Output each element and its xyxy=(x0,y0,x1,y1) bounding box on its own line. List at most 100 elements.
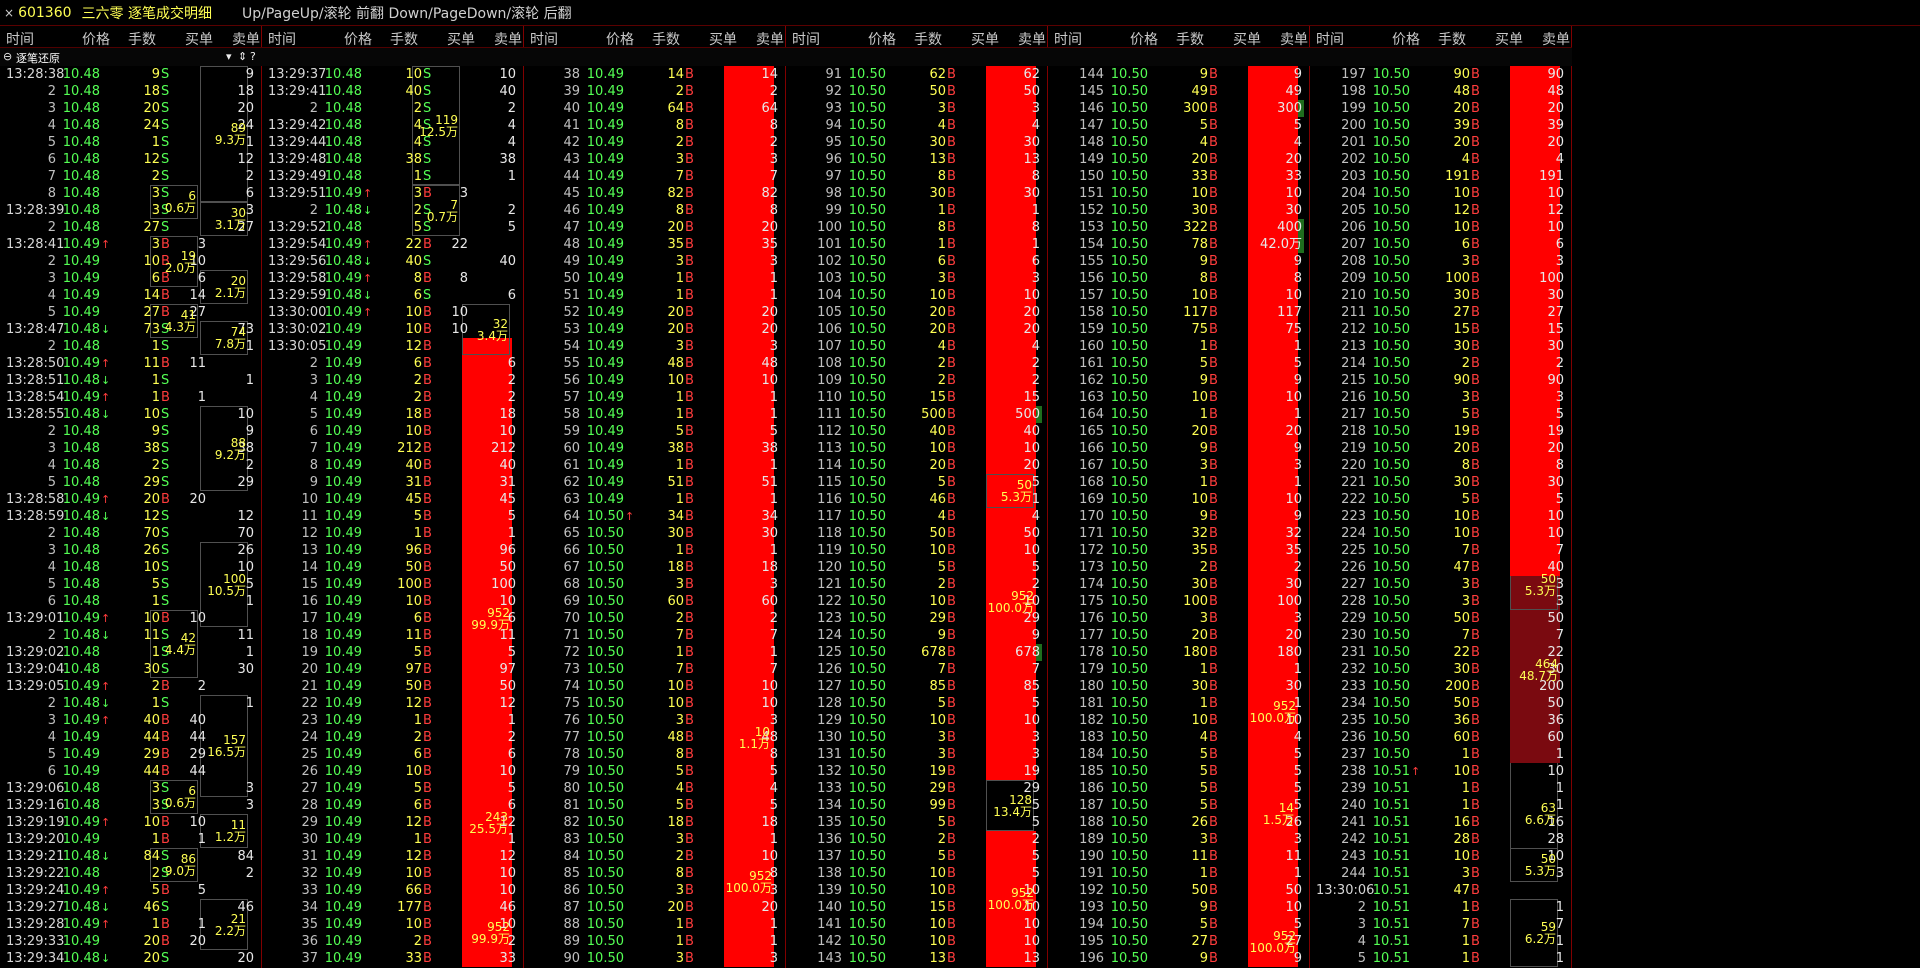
tick-row[interactable]: 112 10.50 40 B 40 xyxy=(786,423,1048,440)
tick-row[interactable]: 20 10.49 97 B 97 xyxy=(262,661,524,678)
tick-row[interactable]: 128 10.50 5 B 5 xyxy=(786,695,1048,712)
tick-row[interactable]: 48 10.49 35 B 35 xyxy=(524,236,786,253)
tick-row[interactable]: 2 10.48 ↓ 2 S 2 xyxy=(262,202,524,219)
tick-row[interactable]: 2 10.48 ↓ 1 S 1 xyxy=(0,695,262,712)
tick-row[interactable]: 13:29:22 10.48 2 S 2 xyxy=(0,865,262,882)
tick-row[interactable]: 91 10.50 62 B 62 xyxy=(786,66,1048,83)
tick-row[interactable]: 41 10.49 8 B 8 xyxy=(524,117,786,134)
tick-row[interactable]: 172 10.50 35 B 35 xyxy=(1048,542,1310,559)
tick-row[interactable]: 137 10.50 5 B 5 xyxy=(786,848,1048,865)
tick-row[interactable]: 13:29:02 10.48 1 S 1 xyxy=(0,644,262,661)
tick-row[interactable]: 117 10.50 4 B 4 xyxy=(786,508,1048,525)
tick-row[interactable]: 71 10.50 7 B 7 xyxy=(524,627,786,644)
tick-row[interactable]: 13:29:42 10.48 4 S 4 xyxy=(262,117,524,134)
tick-row[interactable]: 204 10.50 10 B 10 xyxy=(1310,185,1572,202)
tick-row[interactable]: 149 10.50 20 B 20 xyxy=(1048,151,1310,168)
tick-row[interactable]: 201 10.50 20 B 20 xyxy=(1310,134,1572,151)
tick-row[interactable]: 124 10.50 9 B 9 xyxy=(786,627,1048,644)
tick-row[interactable]: 110 10.50 15 B 15 xyxy=(786,389,1048,406)
tick-row[interactable]: 50 10.49 1 B 1 xyxy=(524,270,786,287)
tick-row[interactable]: 2 10.49 6 B 6 xyxy=(262,355,524,372)
tick-row[interactable]: 101 10.50 1 B 1 xyxy=(786,236,1048,253)
tick-row[interactable]: 90 10.50 3 B 3 xyxy=(524,950,786,967)
tick-row[interactable]: 13:29:56 10.48 ↓ 40 S 40 xyxy=(262,253,524,270)
tick-row[interactable]: 13:29:59 10.48 ↓ 6 S 6 xyxy=(262,287,524,304)
tick-row[interactable]: 13:29:41 10.48 40 S 40 xyxy=(262,83,524,100)
tick-row[interactable]: 230 10.50 7 B 7 xyxy=(1310,627,1572,644)
tick-row[interactable]: 170 10.50 9 B 9 xyxy=(1048,508,1310,525)
tick-row[interactable]: 151 10.50 10 B 10 xyxy=(1048,185,1310,202)
tick-row[interactable]: 208 10.50 3 B 3 xyxy=(1310,253,1572,270)
tick-row[interactable]: 99 10.50 1 B 1 xyxy=(786,202,1048,219)
tick-row[interactable]: 75 10.50 10 B 10 xyxy=(524,695,786,712)
tick-row[interactable]: 8 10.48 3 S 6 xyxy=(0,185,262,202)
tick-row[interactable]: 2 10.48 18 S 18 xyxy=(0,83,262,100)
tick-row[interactable]: 160 10.50 1 B 1 xyxy=(1048,338,1310,355)
tick-row[interactable]: 43 10.49 3 B 3 xyxy=(524,151,786,168)
tick-row[interactable]: 163 10.50 10 B 10 xyxy=(1048,389,1310,406)
tick-row[interactable]: 70 10.50 2 B 2 xyxy=(524,610,786,627)
tick-row[interactable]: 209 10.50 100 B 100 xyxy=(1310,270,1572,287)
tick-row[interactable]: 236 10.50 60 B 60 xyxy=(1310,729,1572,746)
tick-row[interactable]: 62 10.49 51 B 51 xyxy=(524,474,786,491)
tick-row[interactable]: 216 10.50 3 B 3 xyxy=(1310,389,1572,406)
tick-row[interactable]: 213 10.50 30 B 30 xyxy=(1310,338,1572,355)
tick-row[interactable]: 220 10.50 8 B 8 xyxy=(1310,457,1572,474)
tick-row[interactable]: 13:28:41 10.49 ↑ 3 B 3 xyxy=(0,236,262,253)
tick-row[interactable]: 13:28:51 10.48 ↓ 1 S 1 xyxy=(0,372,262,389)
tick-row[interactable]: 237 10.50 1 B 1 xyxy=(1310,746,1572,763)
tick-row[interactable]: 56 10.49 10 B 10 xyxy=(524,372,786,389)
tick-row[interactable]: 102 10.50 6 B 6 xyxy=(786,253,1048,270)
tick-row[interactable]: 108 10.50 2 B 2 xyxy=(786,355,1048,372)
tick-row[interactable]: 37 10.49 33 B 33 xyxy=(262,950,524,967)
tick-row[interactable]: 184 10.50 5 B 5 xyxy=(1048,746,1310,763)
tick-row[interactable]: 64 10.50 ↑ 34 B 34 xyxy=(524,508,786,525)
tick-row[interactable]: 54 10.49 3 B 3 xyxy=(524,338,786,355)
tick-row[interactable]: 125 10.50 678 B 678 xyxy=(786,644,1048,661)
tick-row[interactable]: 118 10.50 50 B 50 xyxy=(786,525,1048,542)
tick-row[interactable]: 19 10.49 5 B 5 xyxy=(262,644,524,661)
tick-row[interactable]: 13:30:06 10.51 47 B xyxy=(1310,882,1572,899)
tick-row[interactable]: 2 10.51 1 B 1 xyxy=(1310,899,1572,916)
tick-row[interactable]: 73 10.50 7 B 7 xyxy=(524,661,786,678)
tick-row[interactable]: 13:28:38 10.48 9 S 9 xyxy=(0,66,262,83)
tick-row[interactable]: 171 10.50 32 B 32 xyxy=(1048,525,1310,542)
tick-row[interactable]: 5 10.49 27 B 27 xyxy=(0,304,262,321)
tick-row[interactable]: 173 10.50 2 B 2 xyxy=(1048,559,1310,576)
tick-row[interactable]: 177 10.50 20 B 20 xyxy=(1048,627,1310,644)
tick-row[interactable]: 13:29:05 10.49 ↑ 2 B 2 xyxy=(0,678,262,695)
tick-row[interactable]: 167 10.50 3 B 3 xyxy=(1048,457,1310,474)
tick-row[interactable]: 15 10.49 100 B 100 xyxy=(262,576,524,593)
tick-row[interactable]: 10 10.49 45 B 45 xyxy=(262,491,524,508)
tick-row[interactable]: 190 10.50 11 B 11 xyxy=(1048,848,1310,865)
tick-row[interactable]: 63 10.49 1 B 1 xyxy=(524,491,786,508)
tick-row[interactable]: 12 10.49 1 B 1 xyxy=(262,525,524,542)
tick-row[interactable]: 159 10.50 75 B 75 xyxy=(1048,321,1310,338)
tick-row[interactable]: 51 10.49 1 B 1 xyxy=(524,287,786,304)
tick-row[interactable]: 83 10.50 3 B 1 xyxy=(524,831,786,848)
tick-row[interactable]: 2 10.49 10 B 10 xyxy=(0,253,262,270)
tick-row[interactable]: 84 10.50 2 B 10 xyxy=(524,848,786,865)
tick-row[interactable]: 95 10.50 30 B 30 xyxy=(786,134,1048,151)
tick-row[interactable]: 152 10.50 30 B 30 xyxy=(1048,202,1310,219)
tick-row[interactable]: 13:29:58 10.49 ↑ 8 B 8 xyxy=(262,270,524,287)
tick-row[interactable]: 6 10.48 12 S 12 xyxy=(0,151,262,168)
tick-row[interactable]: 104 10.50 10 B 10 xyxy=(786,287,1048,304)
tick-row[interactable]: 215 10.50 90 B 90 xyxy=(1310,372,1572,389)
tick-row[interactable]: 107 10.50 4 B 4 xyxy=(786,338,1048,355)
tick-row[interactable]: 222 10.50 5 B 5 xyxy=(1310,491,1572,508)
tick-row[interactable]: 3 10.49 ↑ 40 B 40 xyxy=(0,712,262,729)
tick-row[interactable]: 186 10.50 5 B 5 xyxy=(1048,780,1310,797)
tick-row[interactable]: 234 10.50 50 B 50 xyxy=(1310,695,1572,712)
tick-row[interactable]: 13 10.49 96 B 96 xyxy=(262,542,524,559)
tick-row[interactable]: 235 10.50 36 B 36 xyxy=(1310,712,1572,729)
tick-row[interactable]: 223 10.50 10 B 10 xyxy=(1310,508,1572,525)
tick-row[interactable]: 97 10.50 8 B 8 xyxy=(786,168,1048,185)
tick-row[interactable]: 103 10.50 3 B 3 xyxy=(786,270,1048,287)
tick-row[interactable]: 13:29:21 10.48 ↓ 84 S 84 xyxy=(0,848,262,865)
tick-row[interactable]: 229 10.50 50 B 50 xyxy=(1310,610,1572,627)
tick-row[interactable]: 5 10.48 29 S 29 xyxy=(0,474,262,491)
tick-row[interactable]: 14 10.49 50 B 50 xyxy=(262,559,524,576)
tick-row[interactable]: 3 10.49 2 B 2 xyxy=(262,372,524,389)
tick-row[interactable]: 127 10.50 85 B 85 xyxy=(786,678,1048,695)
